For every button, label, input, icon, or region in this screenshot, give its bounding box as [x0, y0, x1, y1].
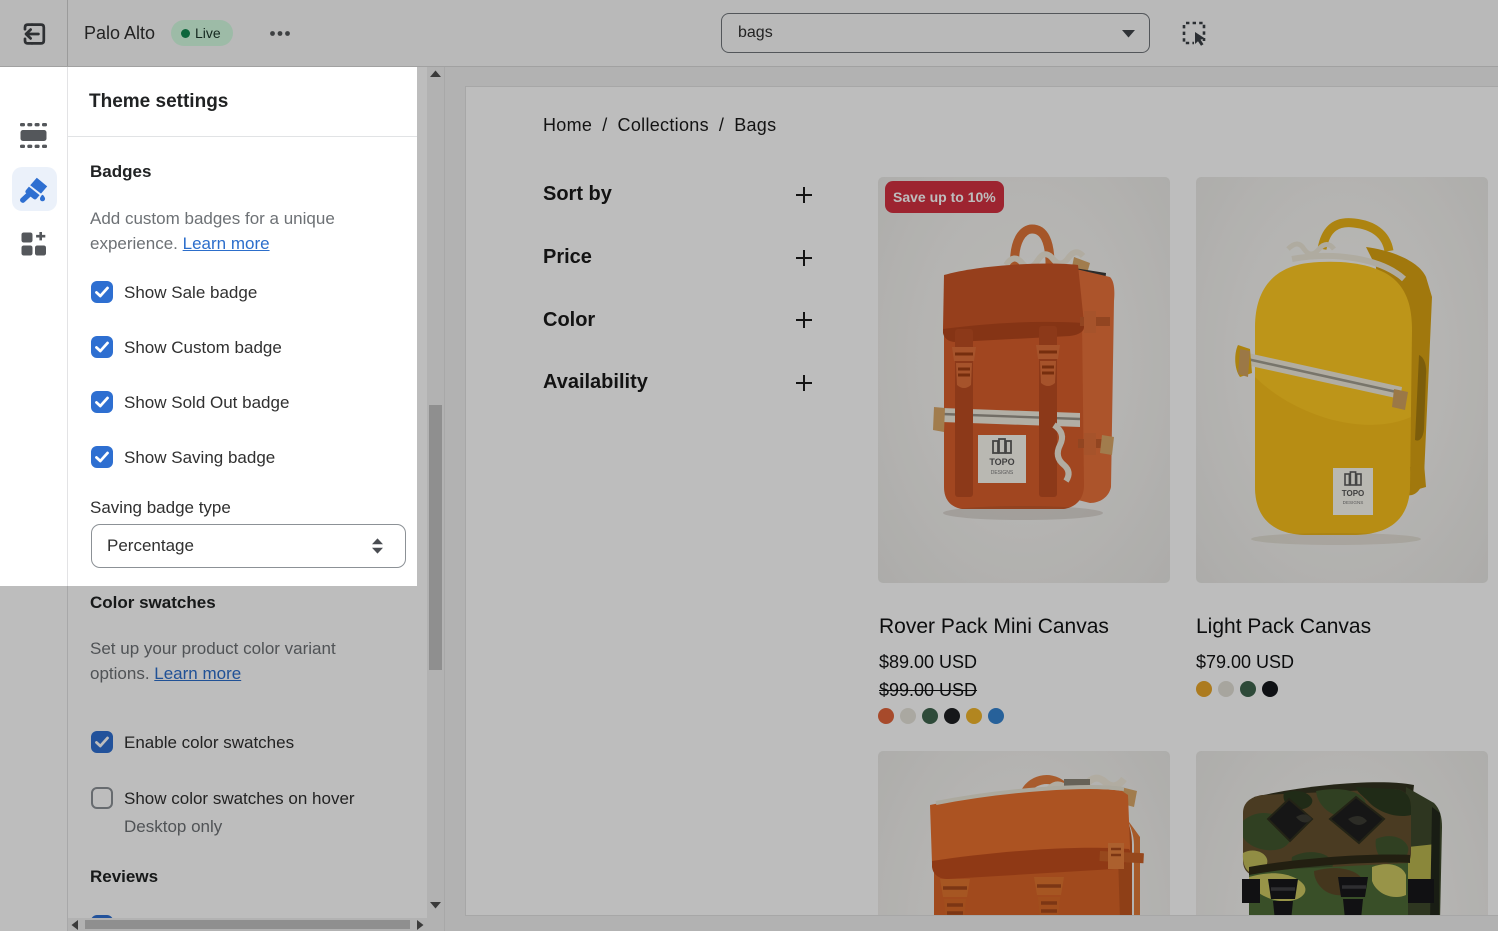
- svg-text:TOPO: TOPO: [989, 457, 1014, 467]
- svg-text:DESIGNS: DESIGNS: [1343, 500, 1364, 505]
- svg-text:TOPO: TOPO: [1342, 489, 1365, 498]
- svg-text:DESIGNS: DESIGNS: [991, 470, 1014, 476]
